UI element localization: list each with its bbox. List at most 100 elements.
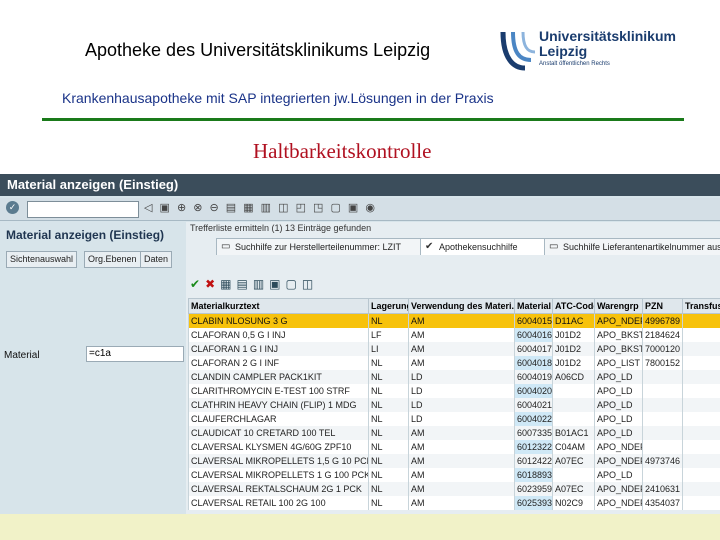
table-cell xyxy=(642,370,683,384)
table-row[interactable]: CLATHRIN HEAVY CHAIN (FLIP) 1 MDG NL LD 600… xyxy=(188,398,720,412)
table-row[interactable]: CLAFORAN 2 G I INF NL AM 6004018 J01D2 APO_LI… xyxy=(188,356,720,370)
table-cell: LF xyxy=(368,328,409,342)
logo-name: Universitätsklinikum xyxy=(539,28,676,44)
column-header[interactable]: Transfus xyxy=(682,298,720,314)
table-cell: A07EC xyxy=(552,454,595,468)
table-cell: CLANDIN CAMPLER PACK1KIT xyxy=(188,370,369,384)
print-icon[interactable]: ▢ xyxy=(286,277,302,291)
table-cell xyxy=(682,412,720,426)
table-cell xyxy=(642,412,683,426)
table-row[interactable]: CLAVERSAL MIKROPELLETS 1,5 G 10 PCK NL AM 6… xyxy=(188,454,720,468)
table-row[interactable]: CLARITHROMYCIN E-TEST 100 STRF NL LD 600402… xyxy=(188,384,720,398)
material-input[interactable]: =c1a xyxy=(86,346,184,362)
table-cell: CLAUFERCHLAGAR xyxy=(188,412,369,426)
table-cell: 6012322 xyxy=(514,440,553,454)
tab-icon: ▭ xyxy=(549,241,559,252)
table-cell: 2184624 xyxy=(642,328,683,342)
table-cell: NL xyxy=(368,384,409,398)
table-cell xyxy=(682,482,720,496)
table-cell: AM xyxy=(408,454,515,468)
table-cell: C04AM xyxy=(552,440,595,454)
table-cell: CLAVERSAL MIKROPELLETS 1,5 G 10 PCK xyxy=(188,454,369,468)
tab-supplier-article[interactable]: ▭ Suchhilfe Lieferantenartikelnummer aus … xyxy=(544,238,720,255)
table-cell: 6004018 xyxy=(514,356,553,370)
sap-title-bar: Material anzeigen (Einstieg) xyxy=(0,174,720,196)
table-cell: NL xyxy=(368,412,409,426)
table-cell xyxy=(682,356,720,370)
table-cell: APO_LD xyxy=(594,398,643,412)
column-header[interactable]: Verwendung des Materi... xyxy=(408,298,515,314)
table-cell: 6004017 xyxy=(514,342,553,356)
table-cell: AM xyxy=(408,496,515,510)
table-cell: CLAVERSAL MIKROPELLETS 1 G 100 PCK xyxy=(188,468,369,482)
org-levels-button[interactable]: Org.Ebenen xyxy=(84,251,141,268)
table-cell: APO_LD xyxy=(594,426,643,440)
column-header[interactable]: Lagerung xyxy=(368,298,409,314)
enter-icon[interactable]: ✓ xyxy=(6,201,19,214)
sort-icon[interactable]: ▤ xyxy=(236,277,252,291)
table-cell xyxy=(682,426,720,440)
table-row[interactable]: CLANDIN CAMPLER PACK1KIT NL LD 6004019 A06CD… xyxy=(188,370,720,384)
tab-label: Suchhilfe Lieferantenartikelnummer aus A… xyxy=(563,242,720,252)
views-button[interactable]: Sichtenauswahl xyxy=(6,251,78,268)
table-cell: APO_NDEF xyxy=(594,482,643,496)
table-cell: 4973746 xyxy=(642,454,683,468)
confirm-icon[interactable]: ✔ xyxy=(190,277,205,291)
table-cell: NL xyxy=(368,356,409,370)
table-cell: NL xyxy=(368,313,409,328)
table-row[interactable]: CLAFORAN 1 G I INJ LI AM 6004017 J01D2 APO_BK… xyxy=(188,342,720,356)
table-cell: NL xyxy=(368,482,409,496)
table-cell xyxy=(682,313,720,328)
cancel-icon[interactable]: ✖ xyxy=(205,277,220,291)
table-cell xyxy=(642,440,683,454)
tab-manufacturer-part[interactable]: ▭ Suchhilfe zur Herstellerteilenummer: LZ… xyxy=(216,238,436,255)
data-button[interactable]: Daten xyxy=(140,251,173,268)
column-header[interactable]: PZN xyxy=(642,298,683,314)
column-header[interactable]: Materialkurztext xyxy=(188,298,369,314)
table-cell: A07EC xyxy=(552,482,595,496)
table-cell: LI xyxy=(368,342,409,356)
table-cell: AM xyxy=(408,313,515,328)
window-title: Material anzeigen (Einstieg) xyxy=(7,177,179,192)
table-row[interactable]: CLABIN NLOSUNG 3 G NL AM 6004015 D11AC APO_ND… xyxy=(188,313,720,328)
table-row[interactable]: CLAUDICAT 10 CRETARD 100 TEL NL AM 6007335 B… xyxy=(188,426,720,440)
table-row[interactable]: CLAVERSAL MIKROPELLETS 1 G 100 PCK NL AM 60… xyxy=(188,468,720,482)
table-cell: 6004016 xyxy=(514,328,553,342)
filter-icon[interactable]: ▥ xyxy=(253,277,269,291)
table-cell: NL xyxy=(368,370,409,384)
search-help-tabs: ▭ Suchhilfe zur Herstellerteilenummer: LZ… xyxy=(186,236,720,256)
result-toolbar-icons[interactable]: ✔✖▦▤▥▣▢◫ xyxy=(190,277,318,291)
selection-pane: Material anzeigen (Einstieg) Sichtenausw… xyxy=(0,222,186,540)
table-row[interactable]: CLAVERSAL REKTALSCHAUM 2G 1 PCK NL AM 60239… xyxy=(188,482,720,496)
table-cell xyxy=(552,412,595,426)
material-label: Material xyxy=(4,350,40,361)
table-cell: 4354037 xyxy=(642,496,683,510)
table-row[interactable]: CLAVERSAL RETAIL 100 2G 100 NL AM 6025393 N0… xyxy=(188,496,720,510)
column-header[interactable]: Warengrp xyxy=(594,298,643,314)
table-row[interactable]: CLAVERSAL KLYSMEN 4G/60G ZPF10 NL AM 601232… xyxy=(188,440,720,454)
column-header[interactable]: Material xyxy=(514,298,553,314)
table-cell: LD xyxy=(408,370,515,384)
command-field[interactable] xyxy=(27,201,139,218)
logo-tagline: Anstalt öffentlichen Rechts xyxy=(539,61,610,67)
table-cell xyxy=(682,440,720,454)
table-cell: 6012422 xyxy=(514,454,553,468)
layout-icon[interactable]: ◫ xyxy=(302,277,318,291)
column-header[interactable]: ATC-Code xyxy=(552,298,595,314)
table-cell: 6018893 xyxy=(514,468,553,482)
table-cell: APO_NDEF xyxy=(594,440,643,454)
table-cell: CLAUDICAT 10 CRETARD 100 TEL xyxy=(188,426,369,440)
tab-pharmacy-search[interactable]: ✔ Apothekensuchhilfe xyxy=(420,238,560,255)
table-cell: APO_NDEF xyxy=(594,454,643,468)
table-cell xyxy=(682,328,720,342)
table-cell xyxy=(552,468,595,482)
find-icon[interactable]: ▦ xyxy=(220,277,236,291)
toolbar-icons[interactable]: ◁ ▣ ⊕ ⊗ ⊖ ▤ ▦ ▥ ◫ ◰ ◳ ▢ ▣ ◉ xyxy=(144,201,377,214)
table-cell: 6004019 xyxy=(514,370,553,384)
standard-toolbar: ✓ ◁ ▣ ⊕ ⊗ ⊖ ▤ ▦ ▥ ◫ ◰ ◳ ▢ ▣ ◉ xyxy=(0,198,720,221)
table-cell: J01D2 xyxy=(552,342,595,356)
export-icon[interactable]: ▣ xyxy=(269,277,285,291)
table-row[interactable]: CLAUFERCHLAGAR NL LD 6004022 APO_LD xyxy=(188,412,720,426)
table-row[interactable]: CLAFORAN 0,5 G I INJ LF AM 6004016 J01D2 APO_… xyxy=(188,328,720,342)
table-cell: A06CD xyxy=(552,370,595,384)
